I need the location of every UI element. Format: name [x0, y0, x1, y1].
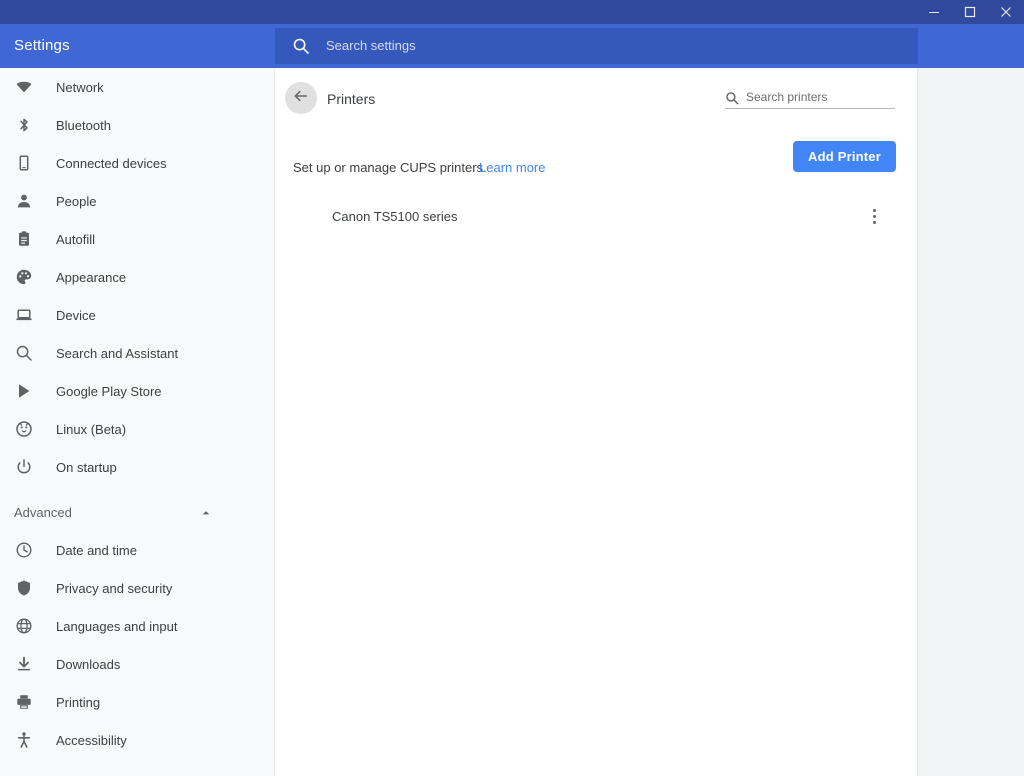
- kebab-dot: [872, 208, 876, 212]
- kebab-dot: [872, 220, 876, 224]
- power-icon: [14, 457, 34, 477]
- search-icon: [292, 37, 310, 55]
- arrow-left-icon: [292, 87, 310, 110]
- sidebar-item-label: Printing: [56, 694, 101, 710]
- settings-sidebar: Network Bluetooth Connected devices Peop…: [0, 68, 275, 776]
- phone-icon: [14, 153, 34, 173]
- sidebar-item-label: Google Play Store: [56, 383, 162, 399]
- sidebar-item-languages-and-input[interactable]: Languages and input: [0, 607, 274, 645]
- printers-page: Printers Search printers Set up or manag…: [275, 68, 918, 776]
- cups-description: Set up or manage CUPS printers.: [293, 160, 487, 175]
- sidebar-item-device[interactable]: Device: [0, 296, 274, 334]
- sidebar-advanced-toggle[interactable]: Advanced: [0, 493, 274, 531]
- play-store-icon: [14, 381, 34, 401]
- sidebar-item-downloads[interactable]: Downloads: [0, 645, 274, 683]
- learn-more-link[interactable]: Learn more: [479, 159, 545, 176]
- person-icon: [14, 191, 34, 211]
- printers-page-header: Printers Search printers: [275, 68, 917, 128]
- shield-icon: [14, 578, 34, 598]
- back-button[interactable]: [285, 82, 317, 114]
- sidebar-item-printing[interactable]: Printing: [0, 683, 274, 721]
- printer-icon: [14, 692, 34, 712]
- sidebar-item-bluetooth[interactable]: Bluetooth: [0, 106, 274, 144]
- sidebar-item-label: Device: [56, 307, 96, 323]
- sidebar-item-label: Languages and input: [56, 618, 178, 634]
- chevron-up-icon: [200, 506, 212, 518]
- sidebar-item-label: Network: [56, 79, 104, 95]
- globe-icon: [14, 616, 34, 636]
- sidebar-item-label: Search and Assistant: [56, 345, 179, 361]
- maximize-button[interactable]: [952, 0, 988, 24]
- search-icon: [725, 91, 739, 105]
- settings-window: Settings Search settings Network Bluetoo…: [0, 0, 1024, 776]
- search-printers-placeholder: Search printers: [746, 90, 828, 104]
- sidebar-item-label: Appearance: [56, 269, 127, 285]
- app-header: Settings Search settings: [0, 24, 1024, 68]
- search-settings-input[interactable]: Search settings: [275, 28, 918, 64]
- sidebar-advanced-label: Advanced: [14, 504, 72, 520]
- sidebar-item-label: Bluetooth: [56, 117, 111, 133]
- sidebar-item-label: On startup: [56, 459, 117, 475]
- sidebar-item-label: Connected devices: [56, 155, 167, 171]
- sidebar-item-linux-beta[interactable]: Linux (Beta): [0, 410, 274, 448]
- accessibility-icon: [14, 730, 34, 750]
- sidebar-item-privacy-and-security[interactable]: Privacy and security: [0, 569, 274, 607]
- palette-icon: [14, 267, 34, 287]
- sidebar-item-google-play-store[interactable]: Google Play Store: [0, 372, 274, 410]
- sidebar-item-connected-devices[interactable]: Connected devices: [0, 144, 274, 182]
- sidebar-item-label: Autofill: [56, 231, 96, 247]
- printer-name: Canon TS5100 series: [332, 209, 458, 224]
- printer-list-item[interactable]: Canon TS5100 series: [275, 194, 917, 238]
- sidebar-item-on-startup[interactable]: On startup: [0, 448, 274, 486]
- search-icon: [14, 343, 34, 363]
- sidebar-item-label: Privacy and security: [56, 580, 173, 596]
- search-settings-placeholder: Search settings: [326, 38, 416, 53]
- clipboard-icon: [14, 229, 34, 249]
- download-icon: [14, 654, 34, 674]
- sidebar-item-autofill[interactable]: Autofill: [0, 220, 274, 258]
- sidebar-item-label: Date and time: [56, 542, 137, 558]
- close-button[interactable]: [988, 0, 1024, 24]
- clock-icon: [14, 540, 34, 560]
- sidebar-item-label: Linux (Beta): [56, 421, 127, 437]
- sidebar-item-appearance[interactable]: Appearance: [0, 258, 274, 296]
- penguin-icon: [14, 419, 34, 439]
- sidebar-item-date-and-time[interactable]: Date and time: [0, 531, 274, 569]
- sidebar-item-label: Downloads: [56, 656, 121, 672]
- wifi-icon: [14, 77, 34, 97]
- bluetooth-icon: [14, 115, 34, 135]
- laptop-icon: [14, 305, 34, 325]
- cups-setup-row: Set up or manage CUPS printers. Learn mo…: [275, 128, 917, 194]
- kebab-dot: [872, 214, 876, 218]
- sidebar-item-accessibility[interactable]: Accessibility: [0, 721, 274, 759]
- add-printer-button[interactable]: Add Printer: [793, 141, 896, 172]
- minimize-button[interactable]: [916, 0, 952, 24]
- sidebar-item-network[interactable]: Network: [0, 68, 274, 106]
- sidebar-item-label: Accessibility: [56, 732, 127, 748]
- window-titlebar: [0, 0, 1024, 24]
- sidebar-item-search-and-assistant[interactable]: Search and Assistant: [0, 334, 274, 372]
- page-title: Printers: [327, 91, 376, 107]
- app-title: Settings: [14, 37, 70, 54]
- more-vertical-icon[interactable]: [862, 204, 886, 228]
- sidebar-item-label: People: [56, 193, 97, 209]
- sidebar-item-people[interactable]: People: [0, 182, 274, 220]
- search-printers-input[interactable]: Search printers: [725, 87, 895, 109]
